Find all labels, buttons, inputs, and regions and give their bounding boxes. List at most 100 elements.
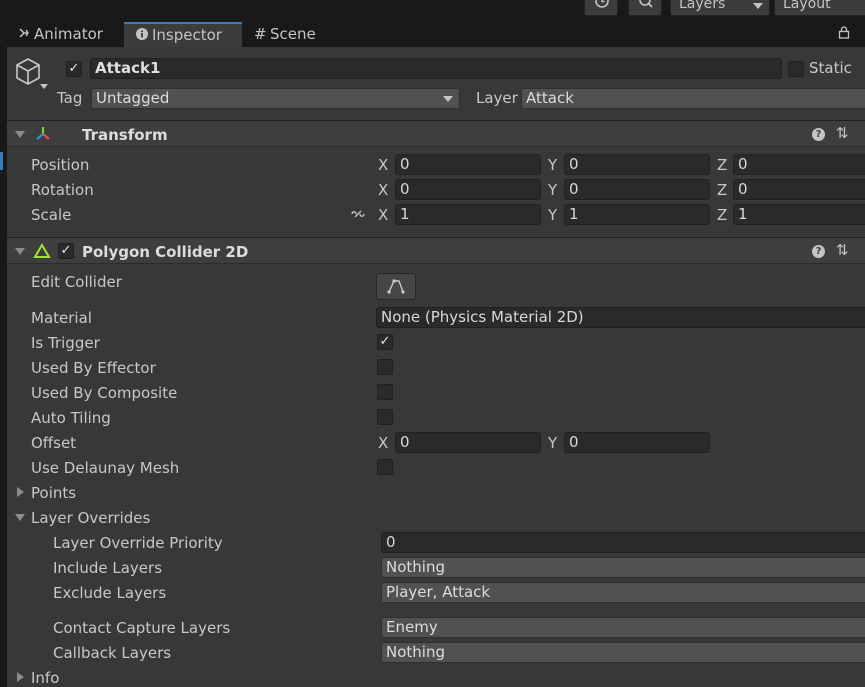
axis-y-label[interactable]: Y <box>548 181 557 199</box>
contact-capture-dropdown[interactable]: Enemy <box>381 617 865 638</box>
fold-arrow-icon[interactable] <box>15 131 25 138</box>
edit-shape-icon <box>387 279 405 294</box>
tab-bar: Animator Inspector # Scene <box>0 20 865 47</box>
used-by-effector-checkbox[interactable] <box>377 359 393 375</box>
tab-animator-label: Animator <box>34 25 103 43</box>
include-layers-value: Nothing <box>386 558 445 576</box>
position-x-input[interactable]: 0 <box>395 154 541 175</box>
rotation-x-input[interactable]: 0 <box>395 179 541 200</box>
axis-x-label[interactable]: X <box>378 156 388 174</box>
scale-z-input[interactable]: 1 <box>733 204 865 225</box>
tab-scene[interactable]: # Scene <box>254 22 344 47</box>
layer-value: Attack <box>526 89 574 107</box>
is-trigger-checkbox[interactable]: ✓ <box>377 334 393 350</box>
info-fold-icon[interactable] <box>17 672 24 682</box>
contact-capture-value: Enemy <box>386 618 438 636</box>
presets-icon[interactable]: ⇅ <box>836 241 849 259</box>
layer-label: Layer <box>476 89 518 107</box>
left-strip <box>0 47 7 687</box>
polygon-collider-icon <box>33 243 51 263</box>
layout-dropdown[interactable]: Layout <box>774 0 865 16</box>
delaunay-checkbox[interactable] <box>377 459 393 475</box>
points-fold-icon[interactable] <box>17 487 24 497</box>
polygon-collider-title: Polygon Collider 2D <box>82 243 249 261</box>
presets-icon[interactable]: ⇅ <box>836 124 849 142</box>
grid-icon: # <box>254 25 267 43</box>
override-priority-input[interactable]: 0 <box>381 532 865 553</box>
gameobject-icon[interactable] <box>14 56 50 94</box>
rotation-z-input[interactable]: 0 <box>733 179 865 200</box>
rotation-y-input[interactable]: 0 <box>564 179 710 200</box>
axis-y-label[interactable]: Y <box>548 434 557 452</box>
layer-dropdown[interactable]: Attack <box>521 88 865 109</box>
position-z-input[interactable]: 0 <box>733 154 865 175</box>
material-field[interactable]: None (Physics Material 2D) <box>376 307 865 328</box>
transform-header[interactable]: Transform ? ⇅ <box>7 120 865 147</box>
scale-x-input[interactable]: 1 <box>395 204 541 225</box>
unlinked-scale-icon[interactable] <box>350 207 366 225</box>
checkmark-icon: ✓ <box>60 243 72 258</box>
axis-x-label[interactable]: X <box>378 206 388 224</box>
is-trigger-label: Is Trigger <box>31 334 100 352</box>
tab-inspector-label: Inspector <box>152 26 222 44</box>
animator-icon <box>18 22 30 47</box>
axis-z-label[interactable]: Z <box>717 206 727 224</box>
history-icon <box>595 0 609 8</box>
points-foldout[interactable]: Points <box>31 484 76 502</box>
checkmark-icon: ✓ <box>68 61 80 76</box>
auto-tiling-label: Auto Tiling <box>31 409 111 427</box>
material-label: Material <box>31 309 92 327</box>
info-foldout[interactable]: Info <box>31 669 59 687</box>
used-by-composite-label: Used By Composite <box>31 384 178 402</box>
axis-x-label[interactable]: X <box>378 434 388 452</box>
chevron-down-icon <box>443 96 453 102</box>
edit-collider-label: Edit Collider <box>31 273 122 291</box>
layers-dropdown[interactable]: Layers <box>670 0 770 16</box>
include-layers-dropdown[interactable]: Nothing <box>381 557 865 578</box>
tag-label: Tag <box>57 89 83 107</box>
main-toolbar: Layers Layout <box>0 0 865 20</box>
scale-y-input[interactable]: 1 <box>564 204 710 225</box>
exclude-layers-value: Player, Attack <box>386 583 491 601</box>
auto-tiling-checkbox[interactable] <box>377 409 393 425</box>
callback-layers-dropdown[interactable]: Nothing <box>381 642 865 663</box>
contact-capture-label: Contact Capture Layers <box>53 619 231 637</box>
static-label: Static <box>809 59 852 77</box>
search-button[interactable] <box>628 0 662 16</box>
help-icon[interactable]: ? <box>812 245 825 258</box>
exclude-layers-dropdown[interactable]: Player, Attack <box>381 582 865 603</box>
layer-overrides-fold-icon[interactable] <box>15 514 25 521</box>
layer-overrides-foldout[interactable]: Layer Overrides <box>31 509 150 527</box>
help-icon[interactable]: ? <box>812 128 825 141</box>
axis-z-label[interactable]: Z <box>717 181 727 199</box>
axis-z-label[interactable]: Z <box>717 156 727 174</box>
used-by-effector-label: Used By Effector <box>31 359 156 377</box>
polygon-collider-header[interactable]: ✓ Polygon Collider 2D ? ⇅ <box>7 237 865 264</box>
tab-inspector[interactable]: Inspector <box>124 22 242 47</box>
override-priority-label: Layer Override Priority <box>53 534 223 552</box>
collider-enabled-checkbox[interactable]: ✓ <box>58 243 74 259</box>
used-by-composite-checkbox[interactable] <box>377 384 393 400</box>
lock-icon[interactable] <box>838 26 850 43</box>
edit-collider-button[interactable] <box>376 273 416 300</box>
axis-y-label[interactable]: Y <box>548 156 557 174</box>
axis-x-label[interactable]: X <box>378 181 388 199</box>
chevron-down-icon <box>753 3 763 9</box>
tag-dropdown[interactable]: Untagged <box>91 88 460 109</box>
history-button[interactable] <box>584 0 618 16</box>
layout-dropdown-label: Layout <box>783 0 831 12</box>
static-checkbox[interactable] <box>788 61 804 77</box>
offset-label: Offset <box>31 434 77 452</box>
fold-arrow-icon[interactable] <box>15 248 25 255</box>
layers-dropdown-label: Layers <box>679 0 726 12</box>
object-name-input[interactable]: Attack1 <box>90 58 782 79</box>
tag-value: Untagged <box>96 89 170 107</box>
tab-animator[interactable]: Animator <box>18 22 118 47</box>
scale-label: Scale <box>31 206 72 224</box>
active-checkbox[interactable]: ✓ <box>66 61 82 77</box>
position-y-input[interactable]: 0 <box>564 154 710 175</box>
exclude-layers-label: Exclude Layers <box>53 584 167 602</box>
offset-y-input[interactable]: 0 <box>564 432 710 453</box>
offset-x-input[interactable]: 0 <box>395 432 541 453</box>
axis-y-label[interactable]: Y <box>548 206 557 224</box>
